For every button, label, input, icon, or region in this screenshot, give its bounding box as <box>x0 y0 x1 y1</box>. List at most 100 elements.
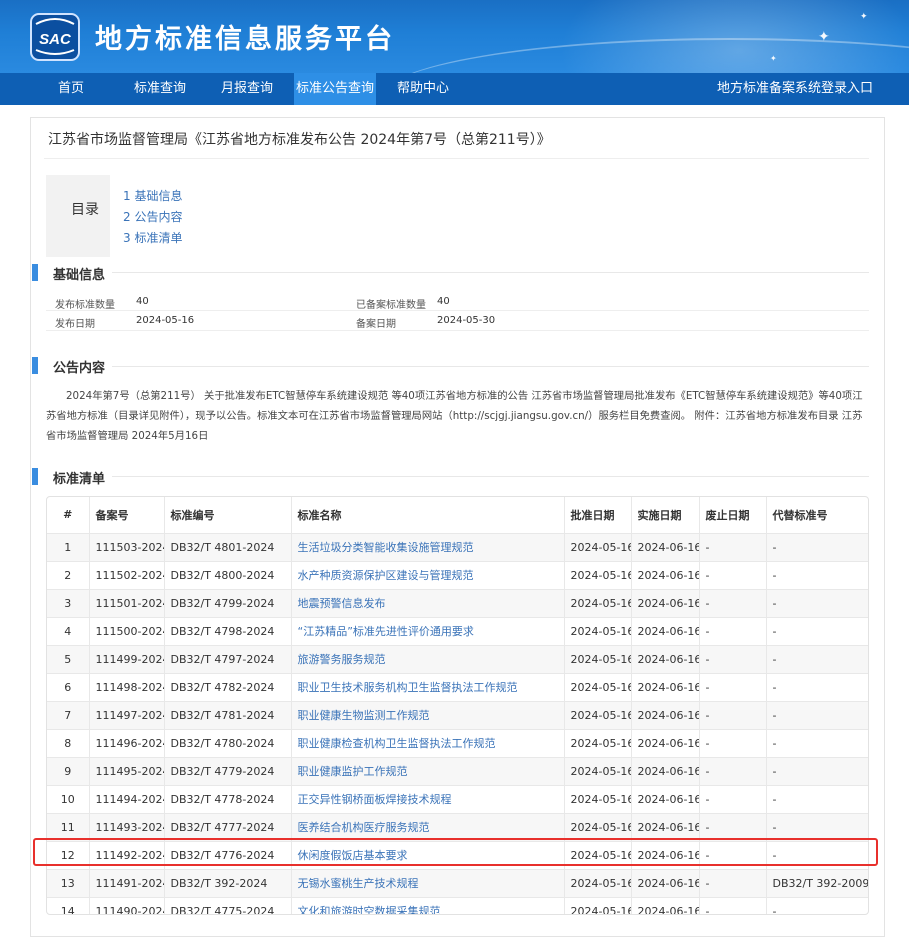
toc-title: 目录 <box>71 202 99 218</box>
table-cell: 2024-05-16 <box>564 896 632 914</box>
table-row: 3 111501-2024 DB32/T 4799-2024 地震预警信息发布 2024… <box>47 588 868 617</box>
table-cell: 5 <box>47 644 90 673</box>
table-cell: - <box>699 728 767 757</box>
table-cell: - <box>766 812 868 841</box>
table-cell: 2024-06-16 <box>631 756 700 785</box>
table-row: 14 111490-2024 DB32/T 4775-2024 文化和旅游时空数据采集… <box>47 896 868 914</box>
column-header: 批准日期 <box>564 497 632 533</box>
header-banner: ✦ ✦ ✦ SAC 地方标准信息服务平台 <box>0 0 909 73</box>
section-title-standards-list: 标准清单 <box>53 472 106 487</box>
standard-name-cell: “江苏精品”标准先进性评价通用要求 <box>291 616 565 645</box>
nav-home[interactable]: 首页 <box>44 73 98 105</box>
table-cell: 111495-2024 <box>89 756 165 785</box>
divider <box>46 310 869 311</box>
main-nav: 首页 标准查询 月报查询 标准公告查询 帮助中心 地方标准备案系统登录入口 <box>0 73 909 105</box>
table-cell: 2024-05-16 <box>564 868 632 897</box>
table-cell: 111494-2024 <box>89 784 165 813</box>
field-label-publish-date: 发布日期 <box>55 319 95 330</box>
table-cell: 2024-05-16 <box>564 532 632 561</box>
table-row: 4 111500-2024 DB32/T 4798-2024 “江苏精品”标准先进性评… <box>47 616 868 645</box>
table-cell: DB32/T 4779-2024 <box>164 756 292 785</box>
table-cell: 111499-2024 <box>89 644 165 673</box>
table-cell: - <box>699 560 767 589</box>
table-cell: 2024-06-16 <box>631 868 700 897</box>
table-row: 10 111494-2024 DB32/T 4778-2024 正交异性钢桥面板焊接技… <box>47 784 868 813</box>
table-cell: - <box>766 896 868 914</box>
standard-name-cell: 职业卫生技术服务机构卫生监督执法工作规范 <box>291 672 565 701</box>
table-row: 2 111502-2024 DB32/T 4800-2024 水产种质资源保护区建设与… <box>47 560 868 589</box>
table-cell: - <box>699 532 767 561</box>
table-cell: - <box>699 700 767 729</box>
table-cell: - <box>699 672 767 701</box>
table-row: 13 111491-2024 DB32/T 392-2024 无锡水蜜桃生产技术规程 2… <box>47 868 868 897</box>
table-cell: DB32/T 4777-2024 <box>164 812 292 841</box>
table-cell: DB32/T 4800-2024 <box>164 560 292 589</box>
section-marker <box>32 468 38 485</box>
section-marker <box>32 264 38 281</box>
divider <box>44 158 869 159</box>
standard-name-link[interactable]: 职业健康检查机构卫生监督执法工作规范 <box>298 737 496 750</box>
divider <box>112 272 869 273</box>
announcement-text: 2024年第7号（总第211号） 关于批准发布ETC智慧停车系统建设规范 等40… <box>46 390 863 442</box>
nav-announcement-search[interactable]: 标准公告查询 <box>294 73 376 105</box>
standard-name-cell: 职业健康检查机构卫生监督执法工作规范 <box>291 728 565 757</box>
toc-link-basic-info[interactable]: 1 基础信息 <box>123 187 182 204</box>
standard-name-link[interactable]: 职业健康生物监测工作规范 <box>298 709 430 722</box>
table-cell: 1 <box>47 532 90 561</box>
filing-system-login-link[interactable]: 地方标准备案系统登录入口 <box>717 73 873 105</box>
table-cell: 111501-2024 <box>89 588 165 617</box>
nav-monthly-report[interactable]: 月报查询 <box>210 73 284 105</box>
table-cell: 2024-06-16 <box>631 896 700 914</box>
column-header: 废止日期 <box>699 497 767 533</box>
nav-help-center[interactable]: 帮助中心 <box>386 73 460 105</box>
table-cell: 3 <box>47 588 90 617</box>
standard-name-link[interactable]: 正交异性钢桥面板焊接技术规程 <box>298 793 452 806</box>
standard-name-link[interactable]: 无锡水蜜桃生产技术规程 <box>298 877 419 890</box>
table-cell: - <box>699 588 767 617</box>
standard-name-link[interactable]: 职业健康监护工作规范 <box>298 765 408 778</box>
table-cell: 2024-06-16 <box>631 532 700 561</box>
standard-name-link[interactable]: 生活垃圾分类智能收集设施管理规范 <box>298 541 474 554</box>
standard-name-link[interactable]: 水产种质资源保护区建设与管理规范 <box>298 569 474 582</box>
table-cell: 2024-05-16 <box>564 672 632 701</box>
sparkle-icon: ✦ <box>770 54 777 63</box>
standard-name-cell: 医养结合机构医疗服务规范 <box>291 812 565 841</box>
field-label-filing-date: 备案日期 <box>356 319 396 330</box>
column-header: 备案号 <box>89 497 165 533</box>
table-cell: - <box>766 644 868 673</box>
table-cell: 2024-06-16 <box>631 644 700 673</box>
nav-standard-search[interactable]: 标准查询 <box>123 73 197 105</box>
table-cell: - <box>699 616 767 645</box>
table-cell: 111503-2024 <box>89 532 165 561</box>
table-cell: 111496-2024 <box>89 728 165 757</box>
table-cell: DB32/T 4780-2024 <box>164 728 292 757</box>
table-cell: 111497-2024 <box>89 700 165 729</box>
column-header: 代替标准号 <box>772 508 828 522</box>
standard-name-cell: 生活垃圾分类智能收集设施管理规范 <box>291 532 565 561</box>
table-cell: - <box>766 532 868 561</box>
table-cell: - <box>766 588 868 617</box>
standard-name-link[interactable]: 地震预警信息发布 <box>298 597 386 610</box>
table-cell: 2024-05-16 <box>564 588 632 617</box>
table-cell: DB32/T 4801-2024 <box>164 532 292 561</box>
sparkle-icon: ✦ <box>818 29 830 45</box>
standard-name-link[interactable]: 旅游警务服务规范 <box>298 653 386 666</box>
table-cell: 2024-05-16 <box>564 784 632 813</box>
table-cell: 2024-05-16 <box>564 812 632 841</box>
table-cell: DB32/T 4798-2024 <box>164 616 292 645</box>
standard-name-link[interactable]: 职业卫生技术服务机构卫生监督执法工作规范 <box>298 681 518 694</box>
table-cell: - <box>699 812 767 841</box>
sac-logo-icon[interactable]: SAC <box>28 12 82 62</box>
standard-name-link[interactable]: “江苏精品”标准先进性评价通用要求 <box>298 625 474 638</box>
table-cell: DB32/T 392-2024 <box>164 868 292 897</box>
toc-link-announcement[interactable]: 2 公告内容 <box>123 208 182 225</box>
logo-text: SAC <box>39 31 72 48</box>
toc-link-standards-list[interactable]: 3 标准清单 <box>123 229 182 246</box>
field-label-published-count: 发布标准数量 <box>55 300 115 311</box>
table-cell: 111502-2024 <box>89 560 165 589</box>
standard-name-link[interactable]: 文化和旅游时空数据采集规范 <box>298 905 441 914</box>
table-cell: - <box>766 728 868 757</box>
standard-name-link[interactable]: 医养结合机构医疗服务规范 <box>298 821 430 834</box>
field-value-filing-date: 2024-05-30 <box>437 315 496 326</box>
table-row: 7 111497-2024 DB32/T 4781-2024 职业健康生物监测工作规范… <box>47 700 868 729</box>
